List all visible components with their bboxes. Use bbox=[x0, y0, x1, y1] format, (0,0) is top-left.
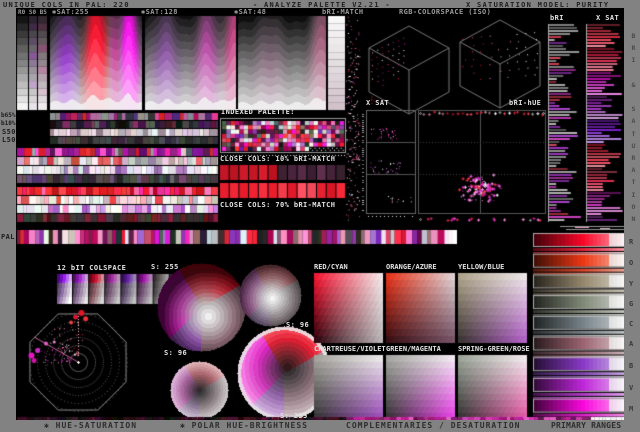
strip-label-b65: b65% bbox=[1, 112, 16, 119]
strip-label-l50: L50 bbox=[2, 136, 16, 144]
primary-range-letter: A bbox=[629, 340, 634, 348]
complementary-title: RED/CYAN bbox=[314, 263, 348, 271]
left-sidebar bbox=[0, 8, 16, 420]
bri-saturation-vertical-label: B R I & S A T U R A T I O N bbox=[631, 32, 636, 224]
polar-circle-s255-a bbox=[157, 263, 245, 351]
close-cols-10-label: CLOSE COLS: 10% bRI-MATCH bbox=[220, 155, 336, 163]
sat-255-label: ✱SAT:255 bbox=[52, 8, 89, 16]
polar-s255-label-a: S: 255 bbox=[151, 263, 179, 271]
indexed-palette-title: INDEXED PALETTE: bbox=[221, 108, 295, 116]
polar-s255-label-b: S: 255 bbox=[280, 412, 308, 420]
hue-brightness-panel-sat48 bbox=[238, 16, 326, 110]
footer-polar-hue-brightness: ✱ POLAR HUE-BRIGHTNESS bbox=[180, 421, 308, 430]
colspace-12bit-title: 12 bIT COLSPACE bbox=[57, 264, 127, 272]
complementary-panel-orange-azure: ORANGE/AZURE bbox=[386, 263, 455, 343]
primary-range-letter: G bbox=[629, 300, 634, 308]
sat-128-label: ✱SAT:128 bbox=[141, 8, 178, 16]
polar-circle-s96-b bbox=[170, 361, 228, 419]
footer-primary-ranges: PRIMARY RANGES bbox=[551, 421, 622, 430]
strip-label-s50: S50 bbox=[2, 128, 16, 136]
sat-48-label: ✱SAT:48 bbox=[234, 8, 267, 16]
rgb-offsets-label: R0 S0 B5 bbox=[18, 9, 47, 16]
primary-range-letter: M bbox=[629, 405, 634, 413]
complementary-panel-spring-green-rose: SPRING-GREEN/ROSE bbox=[458, 345, 530, 419]
complementary-title: YELLOW/BLUE bbox=[458, 263, 505, 271]
palette-strip bbox=[17, 230, 457, 244]
bri-hue-scatter-panel bbox=[418, 108, 546, 224]
complementary-title: ORANGE/AZURE bbox=[386, 263, 437, 271]
complementary-panel-green-magenta: GREEN/MAGENTA bbox=[386, 345, 455, 419]
bri-saturation-bars-panel bbox=[548, 24, 624, 224]
bri-match-strip bbox=[328, 16, 345, 110]
primary-range-letter: Y bbox=[629, 280, 634, 288]
hue-brightness-panel-sat128 bbox=[145, 16, 236, 110]
sat-scatter-panel bbox=[362, 108, 416, 222]
primary-range-letter: B bbox=[629, 362, 634, 370]
polar-circle-s96-a bbox=[239, 264, 301, 326]
close-cols-70-label: CLOSE COLS: 70% bRI-MATCH bbox=[220, 201, 336, 209]
pal-strip-label: PAL bbox=[1, 233, 15, 241]
primary-ranges-panel bbox=[533, 224, 625, 420]
footer-hue-saturation: ✱ HUE-SATURATION bbox=[44, 421, 138, 430]
complementary-title: GREEN/MAGENTA bbox=[386, 345, 441, 353]
close-cols-swatches bbox=[220, 165, 346, 200]
primary-range-letter: O bbox=[629, 259, 634, 267]
bri-bars-label: bRI bbox=[550, 14, 564, 22]
hue-brightness-panel-sat255 bbox=[50, 16, 142, 110]
primary-range-letter: R bbox=[629, 238, 634, 246]
footer-complementaries: COMPLEMENTARIES / DESATURATION bbox=[346, 421, 521, 430]
indexed-palette-grid bbox=[220, 118, 346, 155]
polar-s96-label-b: S: 96 bbox=[164, 349, 188, 357]
hue-saturation-radar bbox=[16, 306, 148, 418]
bri-hue-scatter-label: bRI-hUE bbox=[509, 99, 542, 107]
polar-s96-label-a: S: 96 bbox=[286, 321, 310, 329]
analyze-palette-app: UNIQUE COLS IN PAL: 220 - ANALYZE PALETT… bbox=[0, 0, 640, 432]
primary-range-letter: V bbox=[629, 384, 634, 392]
sat-scatter-label: X SAT bbox=[366, 99, 390, 107]
complementary-panel-yellow-blue: YELLOW/BLUE bbox=[458, 263, 527, 343]
complementary-title: SPRING-GREEN/ROSE bbox=[458, 345, 530, 353]
bri-match-label: bRI-MATCH bbox=[322, 8, 364, 16]
polar-circle-s255-b bbox=[237, 326, 331, 420]
strip-label-b10: b10% bbox=[1, 120, 16, 127]
sat-bars-label: X SAT bbox=[596, 14, 620, 22]
primary-range-letter: C bbox=[629, 320, 634, 328]
rgb-colorspace-title: RGB-COLORSPACE (ISO) bbox=[399, 8, 492, 16]
